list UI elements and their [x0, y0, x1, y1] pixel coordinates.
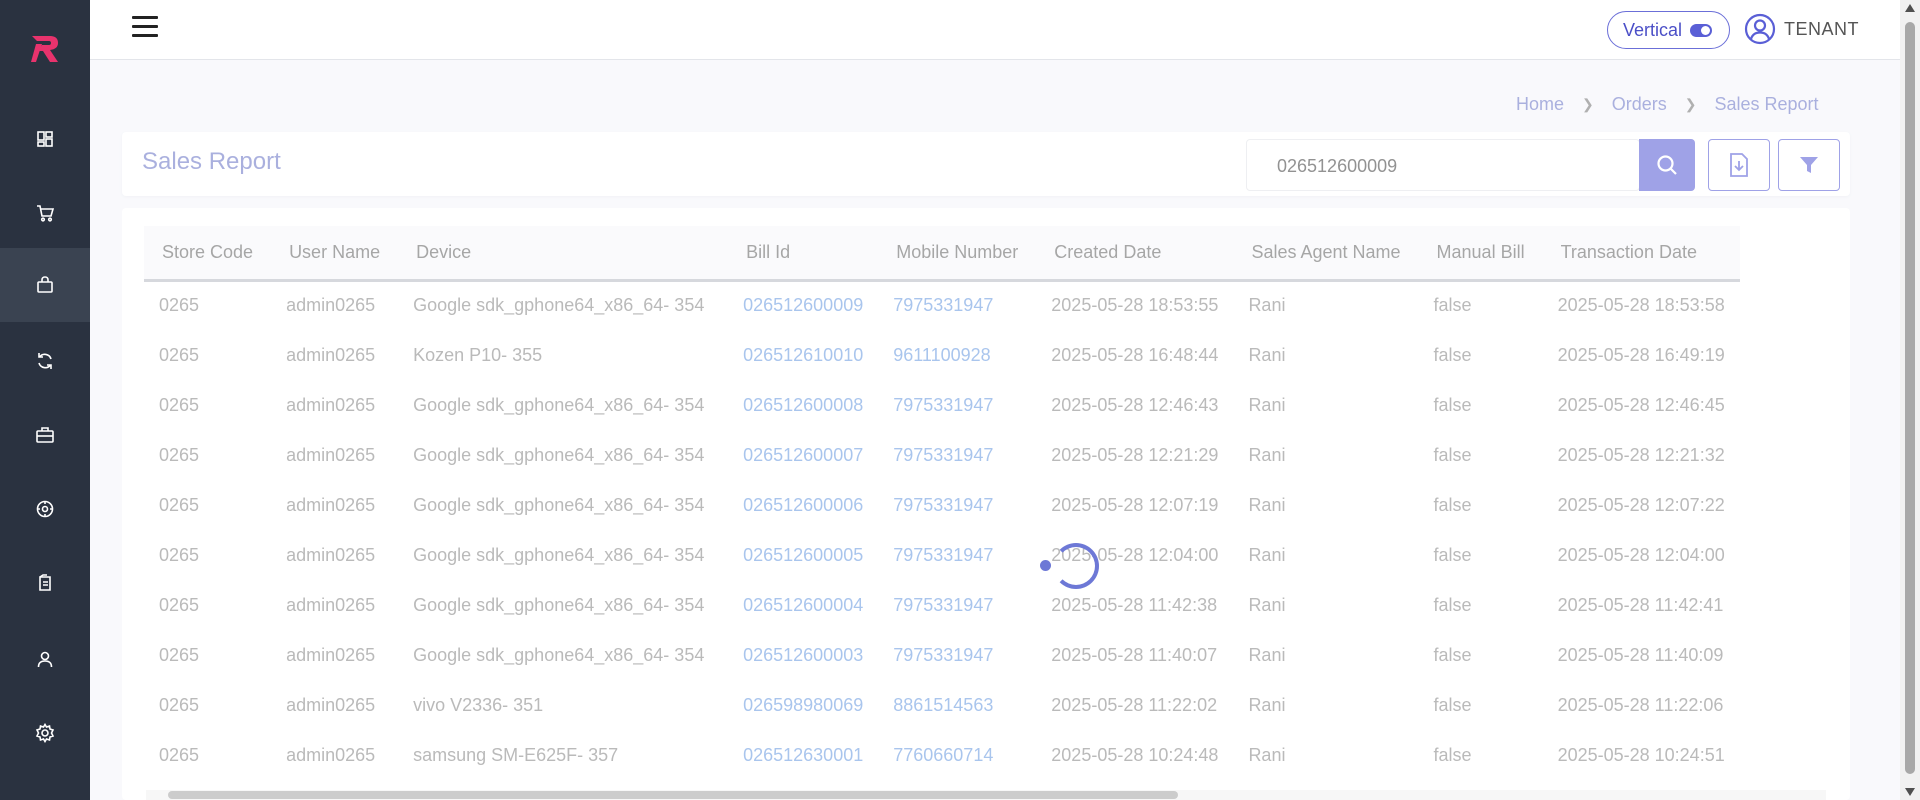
hamburger-line [132, 34, 158, 37]
user-name: TENANT [1784, 18, 1859, 39]
settings-circle-icon [36, 500, 54, 518]
clipboard-icon [39, 574, 51, 591]
briefcase-icon [36, 427, 54, 443]
top-header: Vertical TENANT [90, 0, 1900, 60]
hamburger-line [132, 25, 158, 28]
sidebar-item-refresh[interactable] [0, 324, 90, 398]
user-icon [37, 651, 53, 668]
refresh-icon [38, 353, 52, 369]
sidebar-item-cart[interactable] [0, 176, 90, 250]
sidebar-item-settings-circle[interactable] [0, 472, 90, 546]
cart-icon [37, 205, 55, 222]
loading-overlay [90, 60, 1900, 800]
sidebar-item-users[interactable] [0, 622, 90, 696]
app-logo[interactable] [28, 34, 62, 64]
scroll-up-arrow-icon[interactable] [1905, 4, 1915, 12]
user-circle-icon [1744, 13, 1776, 45]
sidebar-item-dashboard[interactable] [0, 102, 90, 176]
sidebar-item-settings[interactable] [0, 696, 90, 770]
gear-icon [35, 723, 55, 743]
toggle-switch-icon [1690, 23, 1713, 37]
user-menu[interactable]: TENANT [1744, 13, 1859, 45]
loading-spinner-icon [1053, 543, 1099, 589]
sidebar-item-orders[interactable] [0, 248, 90, 322]
spinner-dot [1040, 560, 1051, 571]
shopping-bag-icon [37, 276, 53, 293]
scrollbar-thumb[interactable] [1905, 22, 1915, 774]
layout-toggle-label: Vertical [1623, 19, 1683, 40]
hamburger-line [132, 16, 158, 19]
sidebar-item-reports[interactable] [0, 546, 90, 620]
sidebar-item-briefcase[interactable] [0, 398, 90, 472]
scroll-down-arrow-icon[interactable] [1905, 788, 1915, 796]
vertical-scrollbar[interactable] [1900, 0, 1920, 800]
sidebar [0, 0, 90, 800]
menu-toggle-button[interactable] [132, 16, 158, 42]
dashboard-icon [37, 131, 53, 147]
layout-toggle[interactable]: Vertical [1607, 11, 1730, 49]
